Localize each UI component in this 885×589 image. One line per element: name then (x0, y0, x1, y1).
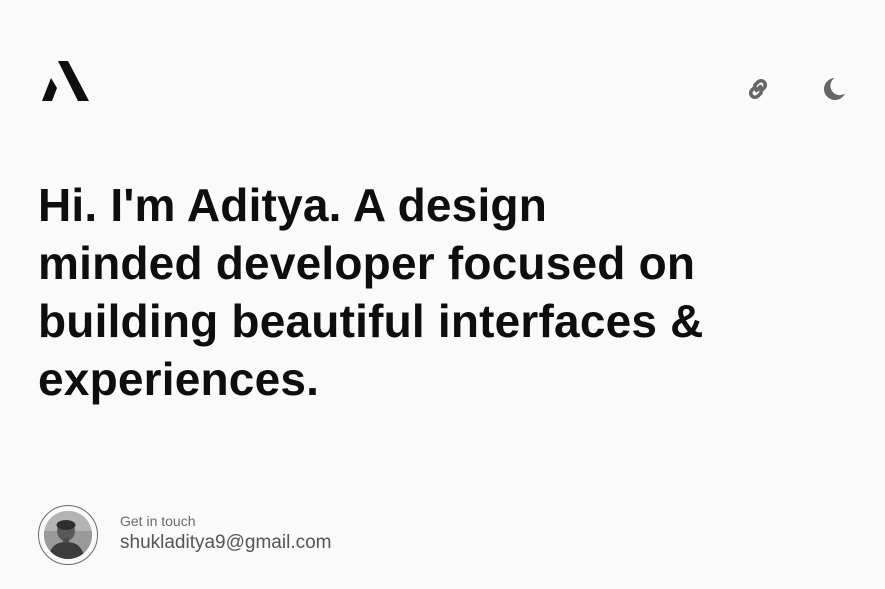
moon-icon[interactable] (818, 74, 848, 104)
link-icon[interactable] (743, 74, 773, 104)
logo-icon[interactable] (41, 61, 91, 103)
contact-text: Get in touch shukladitya9@gmail.com (120, 513, 332, 554)
avatar-image (44, 511, 92, 559)
contact-label: Get in touch (120, 513, 196, 529)
hero-headline: Hi. I'm Aditya. A design minded develope… (38, 179, 704, 405)
contact-section: Get in touch shukladitya9@gmail.com (38, 505, 332, 565)
avatar (38, 505, 98, 565)
contact-email-link[interactable]: shukladitya9@gmail.com (120, 531, 332, 554)
